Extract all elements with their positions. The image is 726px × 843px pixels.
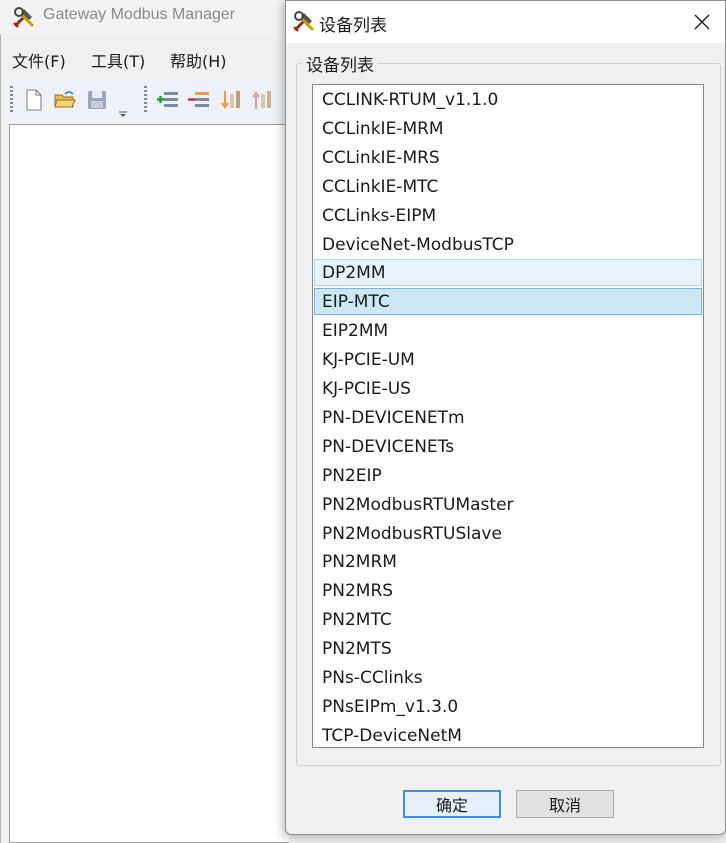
dialog-title: 设备列表 <box>319 16 387 36</box>
device-list-item[interactable]: PN-DEVICENETm <box>314 404 702 431</box>
device-list-item[interactable]: EIP2MM <box>314 317 702 344</box>
device-list-item[interactable]: PN2MRS <box>314 577 702 604</box>
device-list-item[interactable]: KJ-PCIE-UM <box>314 346 702 373</box>
toolbar-grip[interactable] <box>10 86 13 114</box>
device-list-item[interactable]: PN2MTC <box>314 606 702 633</box>
toolbar <box>6 80 296 120</box>
main-window-title: Gateway Modbus Manager <box>43 6 236 23</box>
device-list-item[interactable]: PN2MTS <box>314 635 702 662</box>
new-file-icon[interactable] <box>22 88 46 112</box>
ok-button[interactable]: 确定 <box>403 790 501 818</box>
device-list-dialog: 设备列表 设备列表 CCLINK-RTUM_v1.1.0 CCLinkIE-MRM… <box>285 0 726 835</box>
tools-app-icon <box>293 11 314 32</box>
device-listbox[interactable]: CCLINK-RTUM_v1.1.0 CCLinkIE-MRM CCLinkIE-M… <box>312 84 704 748</box>
device-list-item[interactable]: DeviceNet-ModbusTCP <box>314 231 702 258</box>
import-icon[interactable] <box>219 88 243 112</box>
device-list-item[interactable]: CCLinkIE-MTC <box>314 173 702 200</box>
device-list-item[interactable]: EIP-MTC <box>314 288 702 316</box>
device-list-item[interactable]: CCLinkIE-MRS <box>314 144 702 171</box>
cancel-button[interactable]: 取消 <box>516 790 614 818</box>
device-list-item[interactable]: PNs-CClinks <box>314 664 702 691</box>
save-icon[interactable] <box>85 88 109 112</box>
remove-row-icon[interactable] <box>187 88 211 112</box>
menu-tools[interactable]: 工具(T) <box>91 48 145 72</box>
export-icon[interactable] <box>250 88 274 112</box>
groupbox-label: 设备列表 <box>302 51 378 76</box>
open-folder-icon[interactable] <box>53 88 77 112</box>
close-button[interactable] <box>679 1 725 43</box>
device-list-item[interactable]: PN2EIP <box>314 462 702 489</box>
dropdown-arrow-icon[interactable] <box>116 94 130 118</box>
device-list-item[interactable]: PN2ModbusRTUMaster <box>314 491 702 518</box>
add-row-icon[interactable] <box>156 88 180 112</box>
device-list-item[interactable]: CCLinks-EIPM <box>314 202 702 229</box>
main-window-border <box>0 34 1 843</box>
menu-file[interactable]: 文件(F) <box>12 48 66 72</box>
device-list-item[interactable]: PN2ModbusRTUSlave <box>314 520 702 547</box>
menu-help[interactable]: 帮助(H) <box>170 48 227 72</box>
main-workspace[interactable] <box>9 124 289 843</box>
device-list-item[interactable]: PN2MRM <box>314 548 702 575</box>
toolbar-grip-2[interactable] <box>144 86 147 114</box>
device-list-item[interactable]: DP2MM <box>314 259 702 287</box>
menubar: 文件(F) 工具(T) 帮助(H) <box>0 44 290 74</box>
close-icon <box>694 14 710 30</box>
device-list-item[interactable]: CCLinkIE-MRM <box>314 115 702 142</box>
dialog-titlebar[interactable]: 设备列表 <box>286 1 725 43</box>
device-list-item[interactable]: CCLINK-RTUM_v1.1.0 <box>314 86 702 113</box>
device-list-item[interactable]: TCP-DeviceNetM <box>314 722 702 747</box>
tools-app-icon <box>13 7 34 28</box>
device-list-item[interactable]: KJ-PCIE-US <box>314 375 702 402</box>
device-list-item[interactable]: PNsEIPm_v1.3.0 <box>314 693 702 720</box>
device-list-item[interactable]: PN-DEVICENETs <box>314 433 702 460</box>
